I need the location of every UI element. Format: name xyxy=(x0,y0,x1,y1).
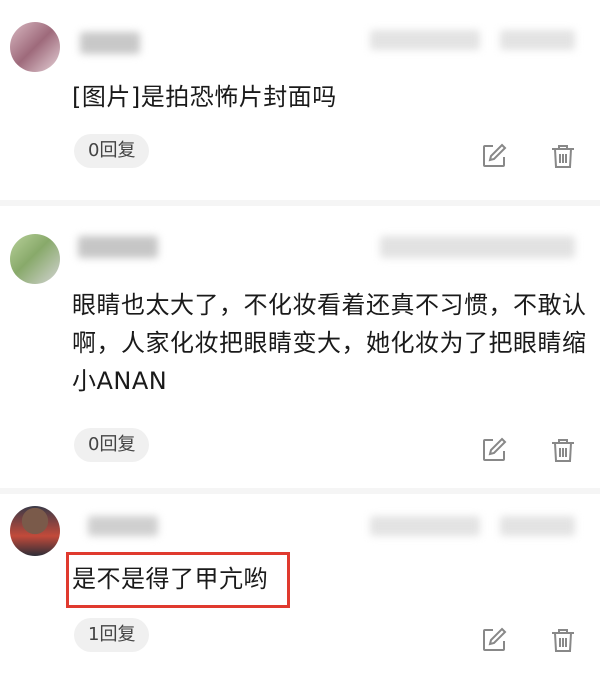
comment-meta xyxy=(500,516,575,536)
trash-icon[interactable] xyxy=(549,626,577,654)
comment-meta xyxy=(370,30,480,50)
trash-icon[interactable] xyxy=(549,436,577,464)
comment-meta xyxy=(500,30,575,50)
comment-text: 是不是得了甲亢哟 xyxy=(72,565,268,593)
comment-text: [图片]是拍恐怖片封面吗 xyxy=(72,83,337,111)
reply-count-button[interactable]: 0回复 xyxy=(74,428,150,462)
reply-count-button[interactable]: 0回复 xyxy=(74,134,150,168)
trash-icon[interactable] xyxy=(549,142,577,170)
comment-meta xyxy=(380,236,575,258)
comment-item: 是不是得了甲亢哟 1回复 xyxy=(0,494,600,692)
comment-item: 眼睛也太大了，不化妆看着还真不习惯，不敢认啊，人家化妆把眼睛变大，她化妆为了把眼… xyxy=(0,206,600,488)
avatar[interactable] xyxy=(10,234,60,284)
username[interactable] xyxy=(88,516,158,536)
avatar[interactable] xyxy=(10,22,60,72)
comment-item: [图片]是拍恐怖片封面吗 0回复 xyxy=(0,0,600,200)
edit-icon[interactable] xyxy=(480,436,508,464)
comment-meta xyxy=(370,516,480,536)
username[interactable] xyxy=(78,236,158,258)
reply-count-button[interactable]: 1回复 xyxy=(74,618,150,652)
comment-text: 眼睛也太大了，不化妆看着还真不习惯，不敢认啊，人家化妆把眼睛变大，她化妆为了把眼… xyxy=(72,291,587,395)
edit-icon[interactable] xyxy=(480,142,508,170)
edit-icon[interactable] xyxy=(480,626,508,654)
avatar[interactable] xyxy=(10,506,60,556)
username[interactable] xyxy=(80,32,140,54)
